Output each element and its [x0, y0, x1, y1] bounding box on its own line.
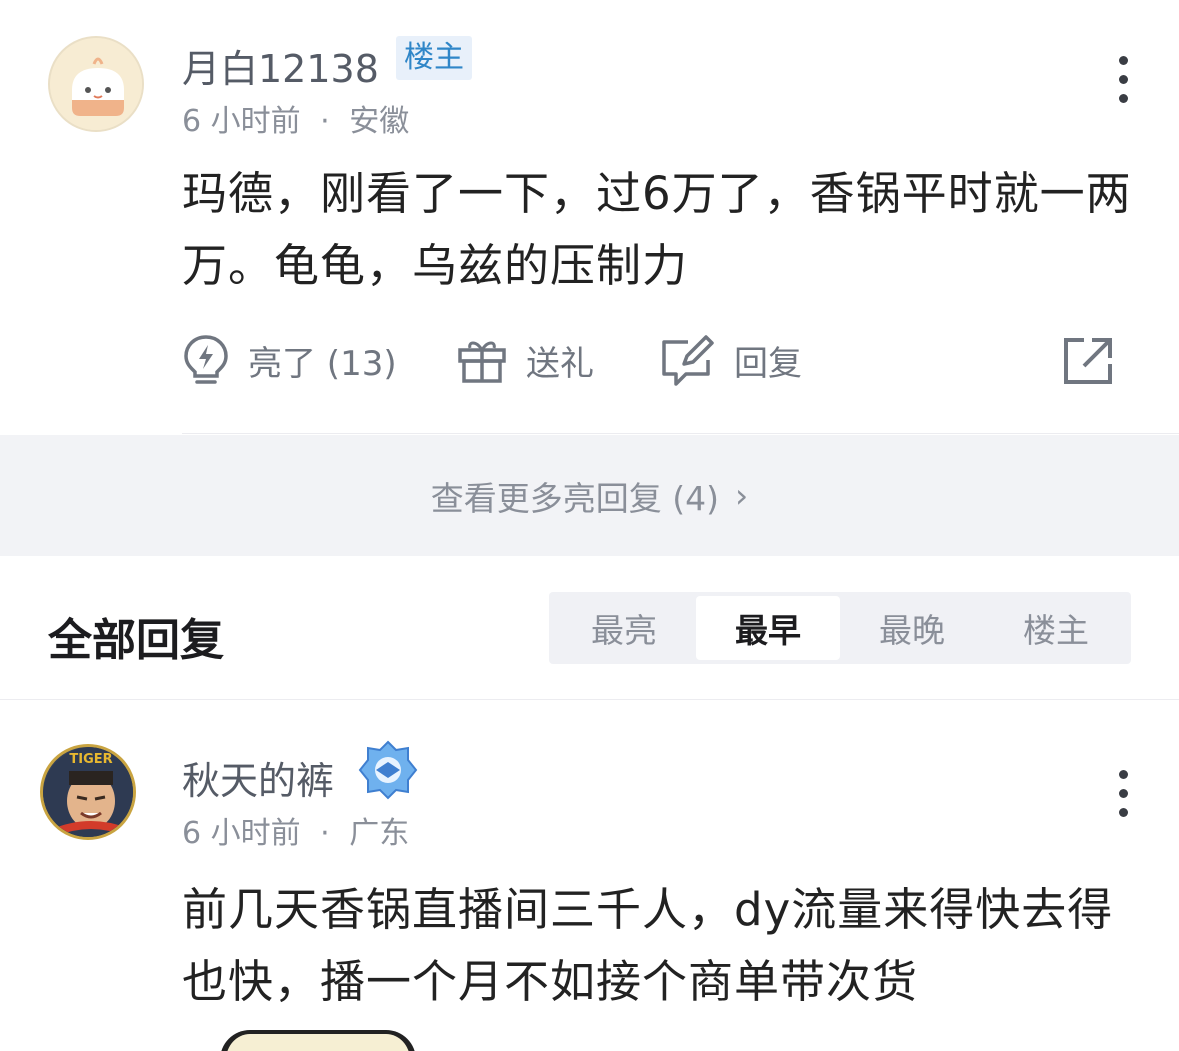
gift-icon [458, 341, 506, 383]
more-options-button[interactable] [1113, 56, 1133, 116]
avatar-icon [50, 38, 142, 130]
sort-tabs: 最亮 最早 最晚 楼主 [549, 592, 1131, 664]
user-avatar[interactable]: TIGER [40, 744, 136, 840]
reply-button[interactable]: 回复 [660, 322, 802, 398]
reply-post-2: TIGER 秋天的裤 6 小时前 · 广东 前几天香锅直播间三千人，dy流量来得… [0, 700, 1179, 1051]
more-options-button[interactable] [1113, 770, 1133, 830]
share-icon [1064, 338, 1112, 384]
post-location: 广东 [349, 816, 410, 851]
level-badge-icon [358, 740, 418, 800]
post-time: 6 小时前 [182, 104, 301, 139]
tab-latest[interactable]: 最晚 [840, 596, 984, 660]
attached-image[interactable] [220, 1030, 416, 1051]
more-icon [1118, 56, 1128, 65]
chevron-right-icon: › [735, 476, 749, 515]
gift-label: 送礼 [526, 343, 594, 384]
tab-op-only[interactable]: 楼主 [984, 596, 1128, 660]
like-label: 亮了 (13) [248, 343, 397, 384]
lightbulb-icon [184, 335, 228, 384]
gift-button[interactable]: 送礼 [456, 322, 594, 398]
user-avatar[interactable] [48, 36, 144, 132]
avatar-icon: TIGER [43, 747, 133, 837]
tab-earliest[interactable]: 最早 [696, 596, 840, 660]
username[interactable]: 秋天的裤 [182, 750, 334, 805]
section-title: 全部回复 [48, 615, 224, 666]
reply-edit-icon [662, 335, 714, 386]
username[interactable]: 月白12138 [182, 38, 379, 93]
post-time: 6 小时前 [182, 816, 301, 851]
like-button[interactable]: 亮了 (13) [182, 322, 397, 398]
action-bar: 亮了 (13) 送礼 回复 [182, 322, 1132, 398]
view-more-label: 查看更多亮回复 (4) [430, 478, 720, 518]
post-divider [182, 433, 1179, 434]
tab-brightest[interactable]: 最亮 [552, 596, 696, 660]
reply-post-1: 月白12138 楼主 6 小时前 · 安徽 玛德，刚看了一下，过6万了，香锅平时… [0, 0, 1179, 434]
avatar-text: TIGER [69, 752, 112, 767]
share-button[interactable] [1062, 322, 1132, 398]
post-content: 前几天香锅直播间三千人，dy流量来得快去得也快，播一个月不如接个商单带次货 [182, 883, 1114, 1008]
reply-label: 回复 [734, 343, 802, 384]
post-content: 玛德，刚看了一下，过6万了，香锅平时就一两万。龟龟，乌兹的压制力 [182, 167, 1132, 292]
meta-separator: · [320, 816, 330, 851]
post-location: 安徽 [349, 104, 410, 139]
more-icon [1118, 770, 1128, 779]
view-more-highlights-button[interactable]: 查看更多亮回复 (4) › [0, 435, 1179, 556]
meta-separator: · [320, 104, 330, 139]
op-badge: 楼主 [396, 36, 472, 80]
post-meta: 6 小时前 · 广东 [182, 808, 409, 852]
post-meta: 6 小时前 · 安徽 [182, 96, 409, 140]
